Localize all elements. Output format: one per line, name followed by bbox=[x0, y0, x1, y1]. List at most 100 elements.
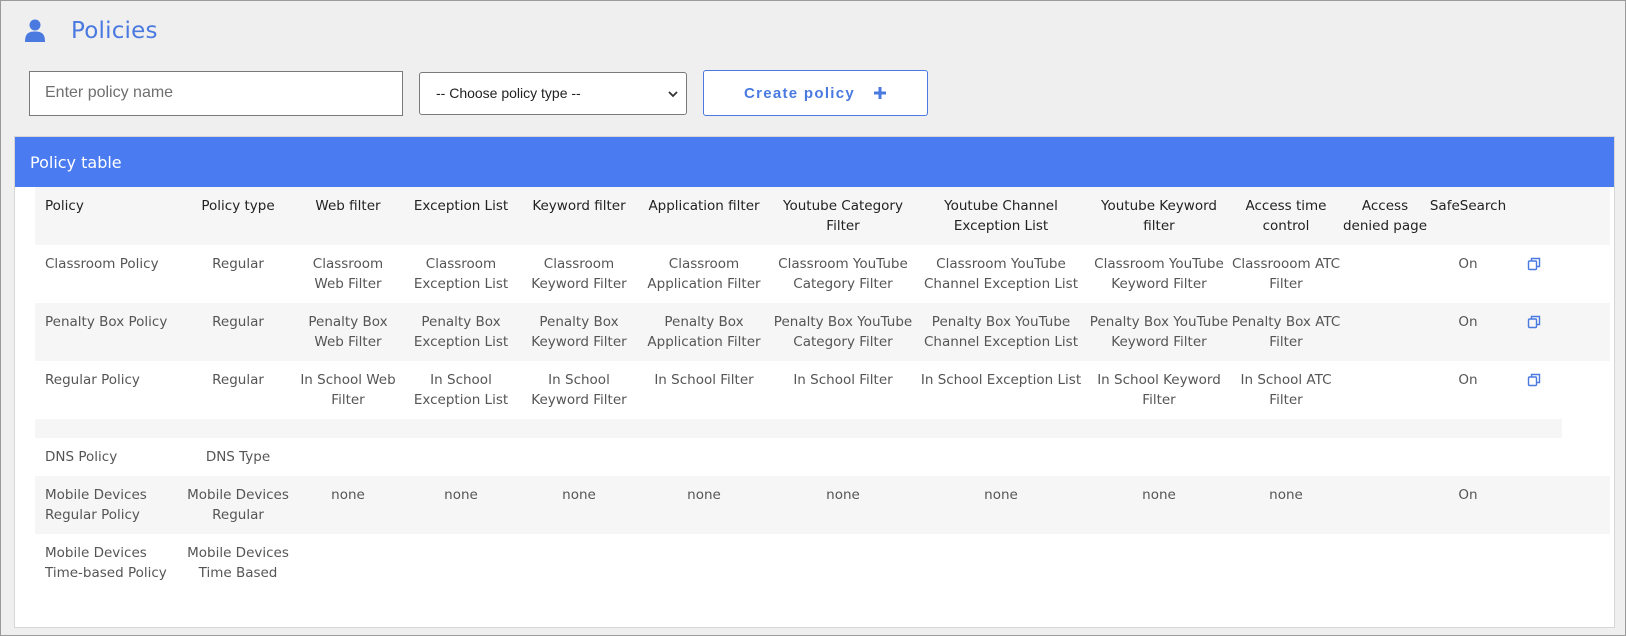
column-header: Keyword filter bbox=[532, 198, 626, 214]
table-cell: none bbox=[444, 487, 478, 503]
chevron-down-icon bbox=[667, 87, 679, 99]
table-cell: In School Exception List bbox=[920, 372, 1082, 388]
table-cell: Classroom Keyword Filter bbox=[531, 256, 627, 292]
table-section-divider bbox=[35, 419, 1562, 438]
column-header: Policy type bbox=[201, 198, 275, 214]
table-cell bbox=[296, 534, 400, 543]
policy-table-title: Policy table bbox=[15, 137, 1614, 187]
table-cell bbox=[400, 534, 522, 543]
table-cell: In School ATC Filter bbox=[1240, 372, 1332, 408]
table-cell: In School Filter bbox=[793, 372, 893, 388]
table-cell bbox=[1342, 361, 1428, 370]
table-cell: Regular bbox=[212, 314, 264, 330]
table-cell bbox=[772, 534, 914, 543]
table-cell bbox=[522, 534, 636, 543]
table-cell: Penalty Box Web Filter bbox=[308, 314, 388, 350]
column-header: Exception List bbox=[413, 198, 509, 214]
table-cell: Mobile Devices Time-based Policy bbox=[45, 545, 167, 581]
table-cell: In School Exception List bbox=[413, 372, 509, 408]
table-cell bbox=[1428, 438, 1508, 447]
table-cell: Classroom YouTube Category Filter bbox=[778, 256, 908, 292]
table-cell bbox=[636, 438, 772, 447]
copy-icon[interactable] bbox=[1527, 373, 1541, 387]
table-cell bbox=[1088, 534, 1230, 543]
actions-header bbox=[1508, 187, 1560, 196]
table-cell: Penalty Box ATC Filter bbox=[1231, 314, 1341, 350]
table-cell: Classroom Exception List bbox=[413, 256, 509, 292]
table-cell bbox=[400, 438, 522, 447]
table-cell: none bbox=[826, 487, 860, 503]
table-cell: none bbox=[331, 487, 365, 503]
table-cell bbox=[1342, 245, 1428, 254]
plus-icon bbox=[873, 86, 887, 100]
table-cell: Classroom YouTube Channel Exception List bbox=[923, 256, 1079, 292]
table-cell: In School Keyword Filter bbox=[531, 372, 627, 408]
column-header: Web filter bbox=[315, 198, 381, 214]
row-actions bbox=[1508, 245, 1560, 277]
table-cell bbox=[1230, 438, 1342, 447]
table-cell: Mobile Devices Regular bbox=[187, 487, 289, 523]
table-row: Regular Policy Regular In School Web Filte… bbox=[35, 361, 1610, 419]
table-cell: Classroom Policy bbox=[45, 256, 159, 272]
table-cell: Mobile Devices Time Based bbox=[187, 545, 289, 581]
column-header: Access denied page bbox=[1342, 198, 1428, 234]
table-cell: none bbox=[984, 487, 1018, 503]
table-cell bbox=[1342, 438, 1428, 447]
create-policy-button[interactable]: Create policy bbox=[703, 70, 928, 116]
table-cell bbox=[1088, 438, 1230, 447]
column-header: Access time control bbox=[1245, 198, 1327, 234]
table-cell: DNS Policy bbox=[45, 449, 118, 465]
table-cell bbox=[1342, 534, 1428, 543]
column-header: Youtube Category Filter bbox=[783, 198, 903, 234]
row-actions bbox=[1508, 361, 1560, 393]
table-cell: none bbox=[687, 487, 721, 503]
table-cell: Penalty Box Exception List bbox=[413, 314, 509, 350]
table-row: Mobile Devices Time-based Policy Mobile D… bbox=[35, 534, 1610, 592]
copy-icon[interactable] bbox=[1527, 315, 1541, 329]
policy-name-input[interactable] bbox=[29, 70, 403, 116]
table-cell: In School Keyword Filter bbox=[1097, 372, 1221, 408]
table-cell: On bbox=[1458, 314, 1478, 330]
table-cell: On bbox=[1458, 487, 1478, 503]
table-cell: Penalty Box Policy bbox=[45, 314, 168, 330]
column-header: Youtube Channel Exception List bbox=[944, 198, 1058, 234]
table-cell bbox=[1342, 303, 1428, 312]
policy-type-select[interactable]: -- Choose policy type -- bbox=[419, 71, 687, 115]
table-cell: Penalty Box Application Filter bbox=[647, 314, 761, 350]
table-cell: Classroom YouTube Keyword Filter bbox=[1094, 256, 1224, 292]
table-cell: Classrooom ATC Filter bbox=[1231, 256, 1341, 292]
table-cell: Mobile Devices Regular Policy bbox=[45, 487, 147, 523]
table-row: DNS Policy DNS Type bbox=[35, 438, 1610, 476]
row-actions bbox=[1508, 303, 1560, 335]
table-cell bbox=[914, 438, 1088, 447]
table-row: Mobile Devices Regular Policy Mobile Devi… bbox=[35, 476, 1610, 534]
table-cell bbox=[522, 438, 636, 447]
column-header: SafeSearch bbox=[1429, 198, 1507, 214]
row-actions bbox=[1508, 438, 1560, 447]
table-cell bbox=[914, 534, 1088, 543]
table-cell: Penalty Box Keyword Filter bbox=[531, 314, 627, 350]
table-cell: Penalty Box YouTube Category Filter bbox=[773, 314, 913, 350]
table-cell: Penalty Box YouTube Keyword Filter bbox=[1089, 314, 1229, 350]
copy-icon[interactable] bbox=[1527, 257, 1541, 271]
page-title: Policies bbox=[71, 18, 158, 44]
policy-table-card: Policy table Policy Policy type Web filter… bbox=[14, 136, 1615, 628]
table-cell bbox=[772, 438, 914, 447]
table-cell: In School Filter bbox=[654, 372, 754, 388]
table-cell: none bbox=[1269, 487, 1303, 503]
table-cell: none bbox=[562, 487, 596, 503]
user-icon bbox=[25, 19, 45, 43]
table-row: Classroom Policy Regular Classroom Web Fil… bbox=[35, 245, 1610, 303]
table-header-row: Policy Policy type Web filter Exception Lis… bbox=[35, 187, 1610, 245]
table-row: Penalty Box Policy Regular Penalty Box Web… bbox=[35, 303, 1610, 361]
table-cell bbox=[296, 438, 400, 447]
table-cell bbox=[1428, 534, 1508, 543]
policy-table: Policy Policy type Web filter Exception Lis… bbox=[35, 187, 1610, 592]
column-header: Application filter bbox=[648, 198, 760, 214]
table-cell bbox=[636, 534, 772, 543]
table-cell bbox=[1230, 534, 1342, 543]
table-cell: DNS Type bbox=[205, 449, 271, 465]
column-header: Policy bbox=[45, 198, 84, 214]
row-actions bbox=[1508, 534, 1560, 543]
table-cell: none bbox=[1142, 487, 1176, 503]
